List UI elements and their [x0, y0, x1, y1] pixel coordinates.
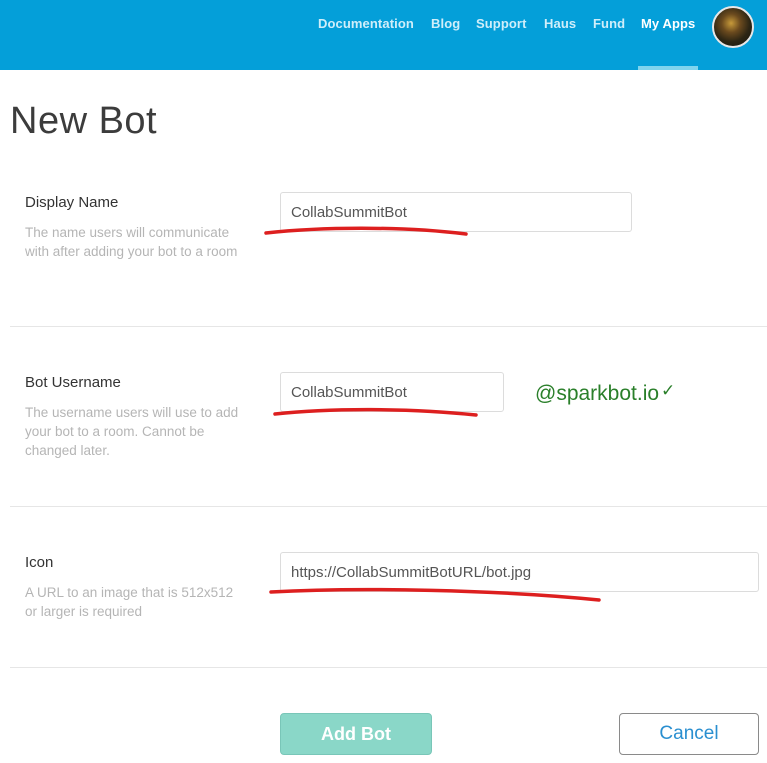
nav-link-fund[interactable]: Fund — [593, 16, 625, 31]
username-domain-suffix: @sparkbot.io ✓ — [535, 381, 675, 406]
avatar[interactable] — [712, 6, 754, 48]
display-name-label: Display Name — [25, 194, 119, 211]
active-tab-indicator — [638, 66, 698, 70]
bot-username-label: Bot Username — [25, 374, 121, 391]
icon-label: Icon — [25, 554, 54, 571]
nav-link-blog[interactable]: Blog — [431, 16, 460, 31]
check-icon: ✓ — [661, 381, 676, 400]
bot-username-help: The username users will use to add your … — [25, 405, 239, 458]
nav-link-documentation[interactable]: Documentation — [318, 16, 414, 31]
display-name-help: The name users will communicate with aft… — [25, 225, 238, 259]
nav-link-support[interactable]: Support — [476, 16, 527, 31]
add-bot-button[interactable]: Add Bot — [280, 713, 432, 755]
section-divider — [10, 326, 767, 327]
cancel-button[interactable]: Cancel — [619, 713, 759, 755]
section-divider — [10, 506, 767, 507]
page-title: New Bot — [10, 100, 158, 142]
nav-link-my-apps[interactable]: My Apps — [641, 16, 695, 31]
username-suffix-text: @sparkbot.io — [535, 382, 660, 405]
top-nav-bar: Documentation Blog Support Haus Fund My … — [0, 0, 767, 70]
nav-link-haus[interactable]: Haus — [544, 16, 576, 31]
icon-url-field[interactable] — [280, 552, 759, 592]
icon-help: A URL to an image that is 512x512 or lar… — [25, 585, 234, 619]
bot-username-field[interactable] — [280, 372, 504, 412]
section-divider — [10, 667, 767, 668]
display-name-field[interactable] — [280, 192, 632, 232]
